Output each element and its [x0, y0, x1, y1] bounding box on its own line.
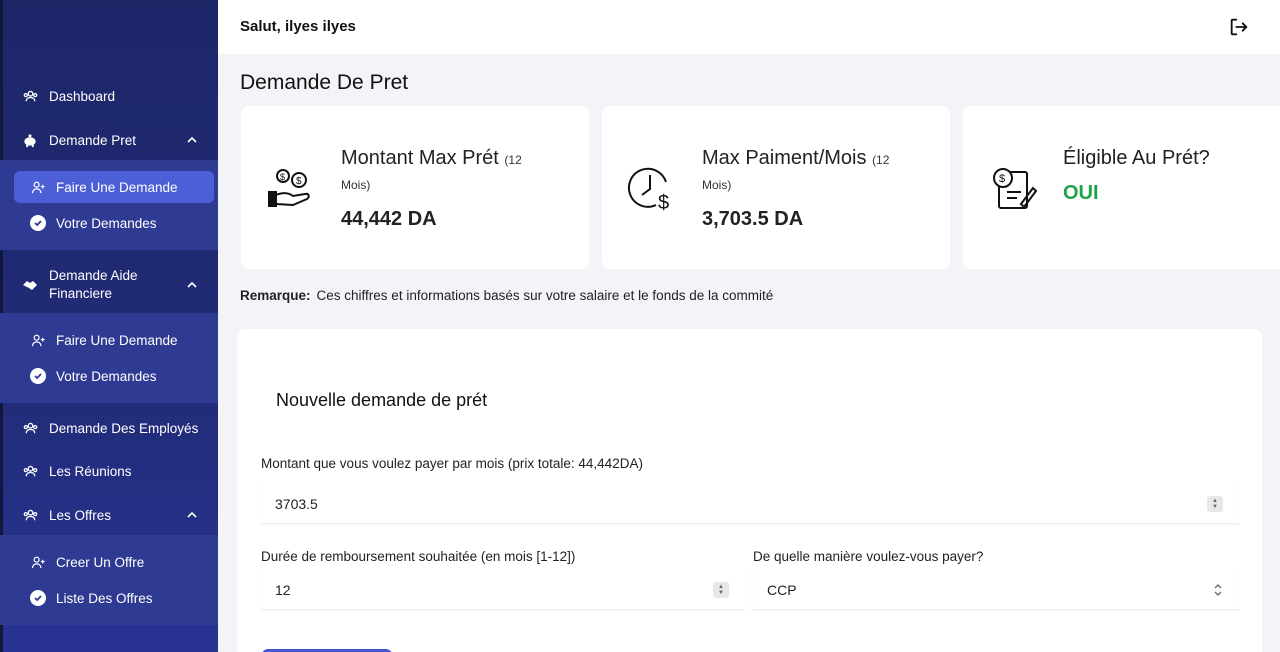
- clock-dollar-icon: $: [627, 167, 669, 214]
- sidebar-subitem-label: Liste Des Offres: [56, 590, 153, 606]
- sidebar-item-les-offres[interactable]: Les Offres: [0, 495, 218, 535]
- users-icon: [22, 463, 38, 479]
- monthly-amount-input[interactable]: 3703.5 ▲ ▼: [261, 484, 1239, 524]
- check-circle-icon: [30, 590, 46, 606]
- sidebar-item-les-reunions[interactable]: Les Réunions: [0, 451, 218, 491]
- sidebar-item-demande-des-employes[interactable]: Demande Des Employés: [0, 408, 218, 448]
- piggy-bank-icon: [22, 132, 38, 148]
- sidebar: Dashboard Demande Pret Faire Une Demande…: [0, 0, 218, 652]
- sidebar-subitem-liste-des-offres[interactable]: Liste Des Offres: [14, 582, 214, 614]
- users-icon: [22, 507, 38, 523]
- card-title-text: Montant Max Prét: [341, 147, 499, 169]
- check-circle-icon: [30, 368, 46, 384]
- select-arrows-icon: [1214, 584, 1222, 596]
- sidebar-item-label: Les Offres: [49, 507, 112, 523]
- eligible-status: OUI: [1063, 182, 1099, 204]
- card-value: 3,703.5 DA: [702, 208, 804, 230]
- svg-text:$: $: [658, 192, 669, 214]
- user-plus-icon: [30, 332, 46, 348]
- monthly-amount-label: Montant que vous voulez payer par mois (…: [261, 456, 643, 471]
- sidebar-item-label: Demande Pret: [49, 132, 137, 148]
- user-plus-icon: [30, 554, 46, 570]
- document-dollar-icon: $: [993, 168, 1038, 209]
- duration-label: Durée de remboursement souhaitée (en moi…: [261, 549, 576, 564]
- check-circle-icon: [30, 215, 46, 231]
- svg-text:$: $: [999, 173, 1005, 185]
- sidebar-item-label: Dashboard: [49, 88, 116, 104]
- card-title-text: Éligible Au Prét?: [1063, 147, 1210, 169]
- card-max-paiment: $ Max Paiment/Mois (12 Mois) 3,703.5 DA: [602, 106, 950, 269]
- card-title: Max Paiment/Mois (12: [702, 142, 932, 176]
- svg-text:$: $: [296, 176, 302, 187]
- loan-request-form: Nouvelle demande de prét Montant que vou…: [237, 329, 1262, 652]
- sidebar-subitem-label: Creer Un Offre: [56, 554, 145, 570]
- form-title: Nouvelle demande de prét: [276, 390, 488, 410]
- card-qualifier-months: Mois): [341, 178, 371, 192]
- sidebar-subitem-label: Votre Demandes: [56, 368, 157, 384]
- card-qualifier: (12: [872, 153, 890, 167]
- payment-method-select[interactable]: CCP: [753, 570, 1239, 610]
- sidebar-item-demande-pret[interactable]: Demande Pret: [0, 120, 218, 160]
- users-icon: [22, 88, 38, 104]
- card-title-text: Max Paiment/Mois: [702, 147, 867, 169]
- card-title: Éligible Au Prét?: [1063, 142, 1280, 174]
- card-qualifier-months: Mois): [702, 178, 732, 192]
- users-icon: [22, 420, 38, 436]
- remark-label: Remarque:: [240, 288, 311, 303]
- card-eligible: $ Éligible Au Prét? OUI: [963, 106, 1280, 269]
- money-hand-icon: $ $: [268, 169, 310, 207]
- sidebar-item-dashboard[interactable]: Dashboard: [0, 76, 218, 116]
- page-title: Demande De Pret: [240, 71, 409, 94]
- greeting: Salut, ilyes ilyes: [240, 18, 356, 35]
- sidebar-subitem-label: Faire Une Demande: [56, 179, 178, 195]
- sidebar-item-demande-aide-financiere[interactable]: Demande Aide Financiere: [0, 263, 218, 307]
- topbar: Salut, ilyes ilyes: [218, 0, 1280, 54]
- logout-icon[interactable]: [1228, 16, 1250, 38]
- submenu-les-offres: Creer Un Offre Liste Des Offres: [0, 535, 218, 625]
- sidebar-subitem-faire-une-demande-aide[interactable]: Faire Une Demande: [14, 324, 214, 356]
- number-stepper-icon[interactable]: ▲ ▼: [1207, 496, 1223, 512]
- sidebar-subitem-votre-demandes-aide[interactable]: Votre Demandes: [14, 360, 214, 392]
- monthly-amount-value: 3703.5: [275, 495, 318, 512]
- chevron-up-icon: [187, 511, 197, 518]
- remark-text: Ces chiffres et informations basés sur v…: [316, 288, 774, 303]
- sidebar-item-label: Demande Des Employés: [49, 420, 199, 436]
- svg-text:$: $: [280, 172, 285, 182]
- submenu-demande-pret: Faire Une Demande Votre Demandes: [0, 160, 218, 250]
- sidebar-subitem-votre-demandes-pret[interactable]: Votre Demandes: [14, 207, 214, 239]
- card-value: 44,442 DA: [341, 208, 437, 230]
- duration-value: 12: [275, 581, 291, 598]
- sidebar-subitem-creer-un-offre[interactable]: Creer Un Offre: [14, 546, 214, 578]
- card-title: Montant Max Prét (12: [341, 142, 571, 176]
- remark: Remarque: Ces chiffres et informations ba…: [240, 288, 773, 303]
- card-montant-max: $ $ Montant Max Prét (12 Mois) 44,442 DA: [241, 106, 589, 269]
- sidebar-item-label: Les Réunions: [49, 463, 132, 479]
- number-stepper-icon[interactable]: ▲ ▼: [713, 582, 729, 598]
- payment-method-label: De quelle manière voulez-vous payer?: [753, 549, 984, 564]
- payment-method-value: CCP: [767, 581, 797, 598]
- chevron-up-icon: [187, 136, 197, 143]
- sidebar-item-label: Demande Aide Financiere: [49, 268, 138, 301]
- sidebar-subitem-faire-une-demande-pret[interactable]: Faire Une Demande: [14, 171, 214, 203]
- chevron-up-icon: [187, 281, 197, 288]
- duration-input[interactable]: 12 ▲ ▼: [261, 570, 745, 610]
- sidebar-subitem-label: Faire Une Demande: [56, 332, 178, 348]
- submenu-demande-aide: Faire Une Demande Votre Demandes: [0, 313, 218, 403]
- user-plus-icon: [30, 179, 46, 195]
- card-qualifier: (12: [504, 153, 522, 167]
- sidebar-subitem-label: Votre Demandes: [56, 215, 157, 231]
- handshake-icon: [22, 277, 38, 293]
